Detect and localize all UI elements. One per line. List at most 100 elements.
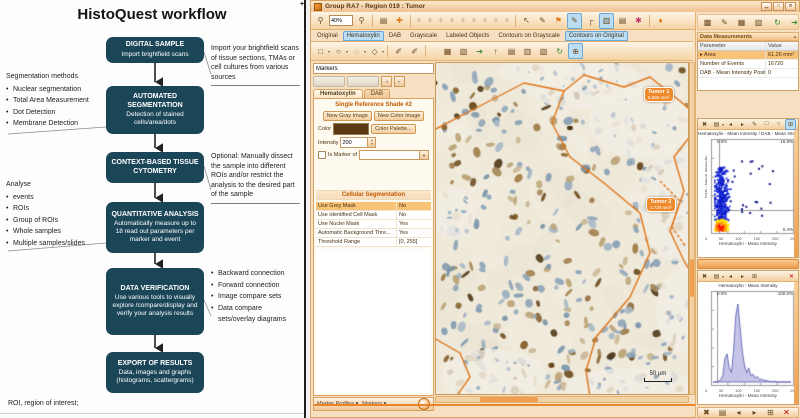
property-row[interactable]: Use Nuclei MaskYes — [316, 220, 431, 229]
delete-gate-button[interactable]: ✖ — [699, 405, 714, 418]
pan-tool-button[interactable]: ✚ — [392, 13, 407, 29]
split-view-button[interactable]: ▥ — [599, 13, 614, 29]
magnification-preset-40x-button[interactable]: ⚲ — [480, 14, 490, 28]
next-chart-button[interactable]: ▸ — [747, 405, 762, 418]
measurement-row[interactable]: Number of Events16720 — [698, 60, 798, 69]
horizontal-scroll-thumb[interactable] — [480, 397, 538, 402]
intensity-spin-arrows[interactable]: ▴▾ — [367, 138, 375, 147]
histogram-panel-scrollbar[interactable] — [794, 282, 798, 404]
delete-gate-button[interactable]: ✖ — [699, 119, 710, 130]
forward-connection-button[interactable]: ➔ — [472, 43, 487, 59]
next-chart-button[interactable]: ▸ — [737, 119, 748, 130]
collapse-arrow-icon[interactable]: ▴ — [794, 34, 796, 39]
duplicate-view-button[interactable]: ▧ — [456, 43, 471, 59]
property-row[interactable]: Threshold Range[0, 255] — [316, 238, 431, 247]
chart-table-button[interactable]: ▤ — [711, 271, 722, 282]
minimize-button[interactable]: ▁ — [761, 2, 772, 11]
next-marker-button[interactable]: ▸ — [394, 76, 405, 87]
view-tab-original[interactable]: Original — [313, 31, 342, 41]
delete-gate-button[interactable]: ✖ — [699, 271, 710, 282]
magnification-preset-4x-button[interactable]: ⚲ — [436, 14, 446, 28]
close-bottom-panel-button[interactable]: ✕ — [779, 405, 794, 418]
disabled-nav-button-2[interactable] — [347, 76, 379, 87]
histogram-canvas[interactable] — [707, 290, 795, 388]
dropdown-arrow-icon[interactable]: ▾ — [722, 274, 724, 279]
close-window-button[interactable]: ✕ — [785, 2, 796, 11]
apply-button[interactable]: ➔ — [787, 14, 800, 30]
flag-tool-button[interactable]: ⚑ — [551, 13, 566, 29]
next-chart-button[interactable]: ▸ — [737, 271, 748, 282]
magnification-preset-63x-button[interactable]: ⚲ — [491, 14, 501, 28]
freehand-roi-button[interactable]: ◌ — [349, 43, 364, 59]
magnification-preset-100x-button[interactable]: ⚲ — [502, 14, 512, 28]
measurement-row[interactable]: ▸ Area61.26 mm² — [698, 51, 798, 60]
view-tab-contours-on-grayscale[interactable]: Contours on Grayscale — [494, 31, 563, 41]
view-tab-dab[interactable]: DAB — [385, 31, 405, 41]
range-gate-button[interactable]: ⊞ — [749, 271, 760, 282]
pipette-background-button[interactable]: ✐ — [407, 43, 422, 59]
magnification-preset-1x-button[interactable]: ⚲ — [414, 14, 424, 28]
maximize-button[interactable]: □ — [773, 2, 784, 11]
annotation-tool-button[interactable]: ✎ — [567, 13, 582, 29]
panel-splitter[interactable] — [697, 259, 799, 269]
view-tab-grayscale[interactable]: Grayscale — [406, 31, 441, 41]
histogram-plot-area[interactable]: 0.0% 100.0% — [707, 290, 795, 388]
report-button[interactable]: ▨ — [751, 14, 766, 30]
vertical-scroll-thumb[interactable] — [690, 259, 694, 297]
scatter-panel-scrollbar[interactable] — [794, 130, 798, 257]
intensity-input[interactable] — [341, 138, 367, 147]
region-label-1[interactable]: Tumor 15.580 mm² — [644, 87, 674, 102]
color-swatch[interactable] — [333, 123, 369, 135]
refresh-view-button[interactable]: ↻ — [552, 43, 567, 59]
export-table-button[interactable]: ▩ — [700, 14, 715, 30]
measurement-row[interactable]: DAB - Mean Intensity Positive Events0 — [698, 69, 798, 78]
new-color-image-button[interactable]: New Color Image — [374, 111, 425, 121]
magnification-preset-10x-button[interactable]: ⚲ — [458, 14, 468, 28]
zoom-out-button[interactable]: ⚲ — [313, 13, 328, 29]
dropdown-arrow-icon[interactable]: ▾ — [364, 49, 366, 54]
dropdown-arrow-icon[interactable]: ▾ — [722, 122, 724, 127]
measure-tool-button[interactable]: ✎ — [535, 13, 550, 29]
view-tab-contours-on-original[interactable]: Contours on Original — [565, 31, 628, 41]
tissue-image-viewport[interactable]: Tumor 15.580 mm²Tumor 21.730 mm² 50 µm — [435, 62, 689, 395]
zoom-in-button[interactable]: ⚲ — [354, 13, 369, 29]
layout-b-button[interactable]: ▥ — [520, 43, 535, 59]
view-tab-labeled-objects[interactable]: Labeled Objects — [442, 31, 493, 41]
property-row[interactable]: Use Identified Cell MaskNo — [316, 211, 431, 220]
table-view-button[interactable]: ▦ — [734, 14, 749, 30]
quadrant-gate-button[interactable]: ⊞ — [785, 119, 796, 130]
is-marker-of-checkbox[interactable] — [318, 151, 326, 159]
edit-table-button[interactable]: ✎ — [717, 14, 732, 30]
fit-to-view-button[interactable]: ⊕ — [568, 43, 583, 59]
polygon-roi-button[interactable]: ◇ — [367, 43, 382, 59]
magnification-preset-2x-button[interactable]: ⚲ — [425, 14, 435, 28]
prev-chart-button[interactable]: ◂ — [731, 405, 746, 418]
marker-tab-hematoxylin[interactable]: Hematoxylin — [313, 89, 363, 98]
chart-table-button[interactable]: ▤ — [711, 119, 722, 130]
color-settings-button[interactable]: ✱ — [631, 13, 646, 29]
chart-table-button[interactable]: ▤ — [715, 405, 730, 418]
dropdown-arrow-icon[interactable]: ▾ — [328, 49, 330, 54]
close-histogram-panel-button[interactable]: ✕ — [786, 271, 797, 282]
dropdown-arrow-icon[interactable]: ▾ — [382, 49, 384, 54]
is-marker-of-dropdown[interactable]: ▼ — [359, 150, 429, 160]
pipette-foreground-button[interactable]: ✐ — [391, 43, 406, 59]
lamp-button[interactable]: ♦ — [653, 13, 668, 29]
ellipse-gate-button[interactable]: ○ — [773, 119, 784, 130]
view-tab-hematoxylin[interactable]: Hematoxylin — [343, 31, 384, 41]
dropdown-arrow-icon[interactable]: ▾ — [346, 49, 348, 54]
ellipse-roi-button[interactable]: ○ — [331, 43, 346, 59]
magnification-preset-6x-button[interactable]: ⚲ — [447, 14, 457, 28]
move-up-button[interactable]: ↑ — [488, 43, 503, 59]
recalculate-button[interactable]: ↻ — [770, 14, 785, 30]
prev-chart-button[interactable]: ◂ — [725, 271, 736, 282]
property-row[interactable]: Use Grey MaskNo — [316, 202, 431, 211]
prev-marker-button[interactable]: ◂ — [381, 76, 392, 87]
new-gray-image-button[interactable]: New Gray Image — [323, 111, 372, 121]
tissue-image-canvas[interactable] — [436, 63, 688, 394]
markers-field[interactable] — [313, 63, 434, 74]
region-label-2[interactable]: Tumor 21.730 mm² — [646, 197, 676, 212]
zoom-level-input[interactable] — [329, 15, 353, 26]
scatter-plot-area[interactable]: 0.0% 16.9% 0.4% — [707, 138, 795, 236]
list-view-button[interactable]: ▤ — [615, 13, 630, 29]
